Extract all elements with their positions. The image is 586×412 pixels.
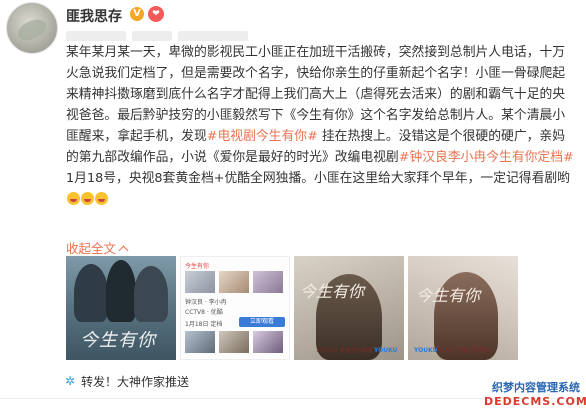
watermark-line2: DEDECMS.COM <box>484 395 586 408</box>
youku-logo: YOUKU <box>414 347 438 354</box>
vip-icon[interactable]: ❤ <box>148 6 164 22</box>
poster-caption: 1月18日 央视全网首播 <box>316 348 373 354</box>
footer-source[interactable]: 转发！大神作家推送 <box>65 373 190 390</box>
info-row: 钟汉良 · 李小冉 <box>185 299 227 306</box>
watermark: 织梦内容管理系统 DEDECMS.COM <box>484 379 586 408</box>
collapse-text-button[interactable]: 收起全文 <box>66 238 129 257</box>
collapse-label: 收起全文 <box>66 241 117 256</box>
emoji-icon <box>67 192 80 205</box>
emoji-icon <box>95 192 108 205</box>
poster-title: 今生有你 <box>80 330 156 351</box>
footer-label: 转发！大神作家推送 <box>81 375 190 389</box>
poster-caption: 1月18日 优酷全网首播 <box>434 348 491 354</box>
post-content: 某年某月某一天，卑微的影视民工小匪正在加班干活搬砖，突然接到总制片人电话，十万火… <box>66 42 576 210</box>
verified-icon: V <box>130 7 144 21</box>
poster-thumbnail-3[interactable]: 今生有你 1月18日 央视全网首播 YOUKU <box>294 256 404 360</box>
info-row: 1月18日 定档 <box>185 321 223 328</box>
post-meta-blurred <box>66 26 266 41</box>
youku-logo: YOUKU <box>374 347 398 354</box>
poster-thumbnail-2[interactable]: 今生有你 钟汉良 · 李小冉 CCTV8 · 优酷 立即观看 1月18日 定档 <box>180 256 290 360</box>
content-text-3: 1月18号，央视8套黄金档+优酷全网独播。小匪在这里给大家拜个早年，一定记得看剧… <box>66 171 570 186</box>
hashtag-link-2[interactable]: #钟汉良李小冉今生有你定档# <box>399 150 574 165</box>
watermark-line1: 织梦内容管理系统 <box>492 381 580 394</box>
emoji-icon <box>81 192 94 205</box>
sparkle-icon <box>65 374 76 388</box>
poster-thumbnail-1[interactable]: 今生有你 <box>66 256 176 360</box>
image-gallery: 今生有你 今生有你 钟汉良 · 李小冉 CCTV8 · 优酷 立即观看 1月18… <box>66 256 566 360</box>
poster-title: 今生有你 <box>300 282 365 301</box>
poster-title: 今生有你 <box>416 286 481 305</box>
username[interactable]: 匪我思存 <box>66 6 122 26</box>
app-header: 今生有你 <box>185 263 210 270</box>
chevron-up-icon <box>118 245 129 256</box>
info-row: CCTV8 · 优酷 <box>185 309 223 316</box>
poster-thumbnail-4[interactable]: 今生有你 1月18日 优酷全网首播 YOUKU <box>408 256 518 360</box>
avatar[interactable] <box>6 2 58 54</box>
hashtag-link-1[interactable]: #电视剧今生有你# <box>207 129 318 144</box>
